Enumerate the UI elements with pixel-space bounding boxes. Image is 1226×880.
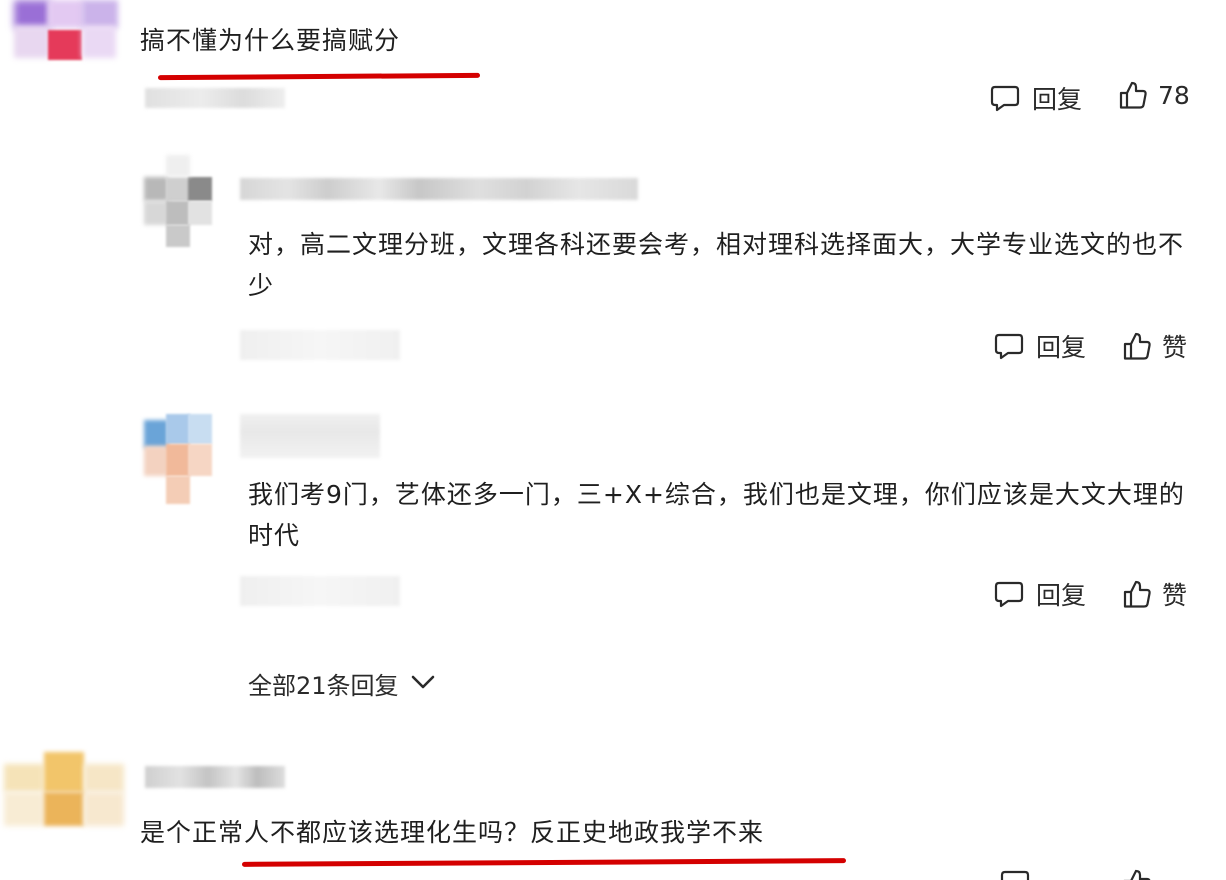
avatar[interactable] xyxy=(140,410,216,506)
reply-button[interactable]: 回复 xyxy=(994,576,1086,612)
comment-meta xyxy=(240,330,400,360)
like-button[interactable]: 78 xyxy=(1118,80,1190,110)
like-button[interactable]: 赞 xyxy=(1122,576,1187,612)
comment-meta xyxy=(240,576,400,606)
reply-button[interactable]: 回复 xyxy=(990,80,1082,116)
expand-replies-label: 全部21条回复 xyxy=(248,672,399,700)
like-label: 赞 xyxy=(1162,581,1188,610)
like-button[interactable]: 赞 xyxy=(1122,328,1187,364)
like-button[interactable] xyxy=(1122,868,1152,880)
expand-replies-button[interactable]: 全部21条回复 xyxy=(248,666,437,701)
comment-meta xyxy=(145,88,285,108)
highlight-underline xyxy=(241,858,847,867)
highlight-underline xyxy=(157,72,481,81)
reply-button[interactable] xyxy=(1000,868,1030,880)
comment-icon xyxy=(990,83,1020,113)
reply-label: 回复 xyxy=(1032,85,1083,114)
thumbs-up-icon xyxy=(1118,80,1148,110)
reply-label: 回复 xyxy=(1036,581,1087,610)
like-count: 78 xyxy=(1158,80,1190,110)
comment-text: 对，高二文理分班，文理各科还要会考，相对理科选择面大，大学专业选文的也不少 xyxy=(248,230,1185,301)
chevron-down-icon xyxy=(409,670,437,698)
username[interactable] xyxy=(145,766,285,788)
username[interactable] xyxy=(240,414,380,458)
reply-label: 回复 xyxy=(1036,333,1087,362)
avatar[interactable] xyxy=(14,0,120,60)
reply-button[interactable]: 回复 xyxy=(994,328,1086,364)
avatar[interactable] xyxy=(140,155,216,247)
comment-icon xyxy=(994,331,1024,361)
username[interactable] xyxy=(240,178,638,200)
comment-text: 搞不懂为什么要搞赋分 xyxy=(140,26,401,55)
comment-text: 我们考9门，艺体还多一门，三+X+综合，我们也是文理，你们应该是大文大理的时代 xyxy=(248,480,1185,551)
avatar[interactable] xyxy=(4,742,124,834)
comment-text: 是个正常人不都应该选理化生吗？反正史地政我学不来 xyxy=(140,818,765,847)
comment-icon xyxy=(994,579,1024,609)
thumbs-up-icon xyxy=(1122,579,1152,609)
thumbs-up-icon xyxy=(1122,331,1152,361)
like-label: 赞 xyxy=(1162,333,1188,362)
